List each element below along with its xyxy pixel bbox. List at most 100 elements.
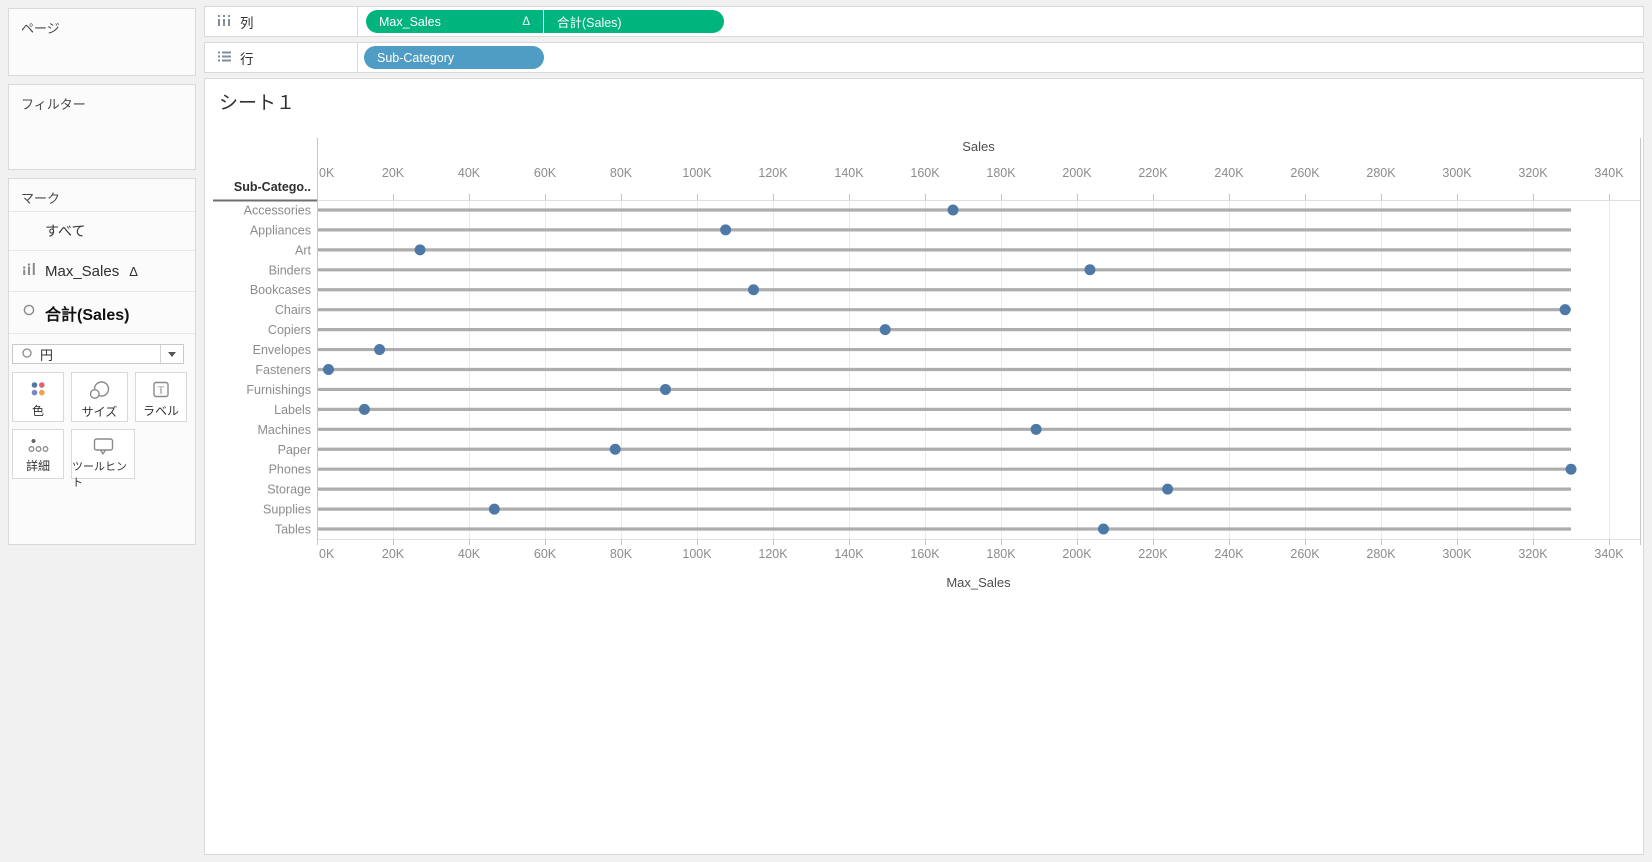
category-label[interactable]: Labels	[274, 403, 311, 417]
category-label[interactable]: Chairs	[275, 303, 311, 317]
mark-type-dropdown[interactable]: 円	[12, 344, 184, 364]
size-button[interactable]: サイズ	[71, 372, 128, 422]
mark-type-value: 円	[40, 347, 54, 363]
bottom-axis-tick-label: 160K	[910, 547, 940, 561]
sheet-title[interactable]: シート１	[219, 88, 295, 115]
category-label[interactable]: Art	[295, 243, 312, 257]
pill-Sub-Category[interactable]: Sub-Category	[364, 46, 544, 69]
dropdown-caret-button[interactable]	[160, 345, 183, 363]
bottom-axis-tick-label: 220K	[1138, 547, 1168, 561]
sales-dot[interactable]	[374, 344, 386, 356]
sales-dot[interactable]	[1559, 304, 1571, 316]
chart-canvas[interactable]: 0K 20K 40K 60K 80K 100K 120K 140K 160K 180K 200K 22…	[205, 79, 1643, 854]
marks-card: マーク すべて Max_Sales Δ 合計(Sales) 円 色 サイズ T …	[8, 178, 196, 545]
category-label[interactable]: Copiers	[268, 323, 311, 337]
top-axis-tick-label: 60K	[534, 166, 557, 180]
sales-dot[interactable]	[358, 403, 370, 415]
top-axis-tick-label: 320K	[1518, 166, 1548, 180]
top-axis-tick-label: 260K	[1290, 166, 1320, 180]
category-label[interactable]: Accessories	[244, 203, 311, 217]
worksheet-card: 0K 20K 40K 60K 80K 100K 120K 140K 160K 180K 200K 22…	[204, 78, 1644, 855]
bottom-axis-title: Max_Sales	[946, 575, 1011, 590]
category-label[interactable]: Appliances	[250, 223, 311, 237]
category-label[interactable]: Tables	[275, 523, 311, 537]
bottom-axis-tick-label: 180K	[986, 547, 1016, 561]
color-button-label: 色	[31, 404, 44, 418]
sales-dot[interactable]	[879, 324, 891, 336]
top-axis-tick-label: 220K	[1138, 166, 1168, 180]
pages-shelf-title: ページ	[21, 21, 60, 36]
bottom-axis-tick-label: 40K	[458, 547, 481, 561]
pill-Max_Sales[interactable]: Max_Sales Δ	[366, 10, 543, 33]
category-label[interactable]: Machines	[258, 423, 312, 437]
marks-tab-all[interactable]: すべて	[9, 212, 195, 251]
color-button[interactable]: 色	[12, 372, 64, 422]
bottom-axis-tick-label: 140K	[834, 547, 864, 561]
top-axis-tick-label: 100K	[682, 166, 712, 180]
sales-dot[interactable]	[748, 284, 760, 296]
sales-dot[interactable]	[488, 503, 500, 515]
sales-dot[interactable]	[1084, 264, 1096, 276]
rows-shelf-label: 行	[205, 43, 358, 72]
pill-label: 合計(Sales)	[557, 16, 622, 30]
pages-shelf[interactable]: ページ	[8, 8, 196, 76]
category-label[interactable]: Furnishings	[246, 383, 311, 397]
sales-dot[interactable]	[659, 383, 671, 395]
top-axis-tick-label: 180K	[986, 166, 1016, 180]
category-label[interactable]: Storage	[267, 483, 311, 497]
marks-tab-sum-sales[interactable]: 合計(Sales)	[9, 292, 195, 334]
label-icon: T	[151, 380, 171, 402]
top-axis-tick-label: 340K	[1594, 166, 1624, 180]
pill-label: Max_Sales	[379, 14, 441, 29]
filters-shelf-title: フィルター	[21, 97, 86, 112]
category-label[interactable]: Phones	[269, 463, 311, 477]
category-label[interactable]: Supplies	[263, 503, 311, 517]
sales-dot[interactable]	[1565, 463, 1577, 475]
bottom-axis-tick-label: 0K	[319, 547, 335, 561]
detail-button[interactable]: 詳細	[12, 429, 64, 479]
category-label[interactable]: Envelopes	[253, 343, 311, 357]
rows-shelf[interactable]: 行 Sub-Category	[204, 42, 1644, 73]
category-label[interactable]: Bookcases	[250, 283, 311, 297]
bottom-axis-tick-label: 340K	[1594, 547, 1624, 561]
bottom-axis-tick-label: 200K	[1062, 547, 1092, 561]
marks-buttons: 色 サイズ T ラベル 詳細 ツールヒント	[12, 372, 194, 492]
tooltip-button[interactable]: ツールヒント	[71, 429, 135, 489]
detail-icon	[27, 437, 50, 457]
bottom-axis-tick-label: 20K	[382, 547, 405, 561]
marks-tab-all-label: すべて	[45, 223, 86, 239]
top-axis-tick-label: 120K	[758, 166, 788, 180]
bottom-axis-tick-label: 60K	[534, 547, 557, 561]
columns-shelf[interactable]: 列 Max_Sales Δ 合計(Sales)	[204, 6, 1644, 37]
chevron-down-icon	[168, 351, 176, 357]
sales-dot[interactable]	[720, 224, 732, 236]
label-button[interactable]: T ラベル	[135, 372, 187, 422]
circle-icon	[22, 303, 36, 322]
category-label[interactable]: Paper	[278, 443, 311, 457]
row-header-label[interactable]: Sub-Catego..	[234, 180, 311, 194]
pill-label: Sub-Category	[377, 50, 455, 65]
filters-shelf[interactable]: フィルター	[8, 84, 196, 170]
tableau-workspace: ページ フィルター マーク すべて Max_Sales Δ 合計(Sales) …	[0, 0, 1652, 862]
category-label[interactable]: Fasteners	[255, 363, 311, 377]
sales-dot[interactable]	[609, 443, 621, 455]
top-axis-tick-label: 0K	[319, 166, 335, 180]
top-axis-tick-label: 20K	[382, 166, 405, 180]
sales-dot[interactable]	[414, 244, 426, 256]
sales-dot[interactable]	[1097, 523, 1109, 535]
circle-icon	[21, 347, 33, 362]
top-axis-tick-label: 140K	[834, 166, 864, 180]
sales-dot[interactable]	[947, 204, 959, 216]
color-icon	[28, 380, 48, 402]
sales-dot[interactable]	[1030, 423, 1042, 435]
marks-tab-max-sales[interactable]: Max_Sales Δ	[9, 251, 195, 292]
sales-dot[interactable]	[322, 364, 334, 375]
pill-合計(Sales)[interactable]: 合計(Sales)	[544, 10, 724, 33]
label-button-label: ラベル	[142, 404, 179, 418]
bottom-axis-tick-label: 100K	[682, 547, 712, 561]
marks-tab-sum-sales-label: 合計(Sales)	[45, 306, 130, 324]
category-label[interactable]: Binders	[269, 263, 311, 277]
svg-text:T: T	[158, 385, 165, 397]
marks-card-title: マーク	[9, 179, 195, 212]
sales-dot[interactable]	[1162, 483, 1174, 495]
